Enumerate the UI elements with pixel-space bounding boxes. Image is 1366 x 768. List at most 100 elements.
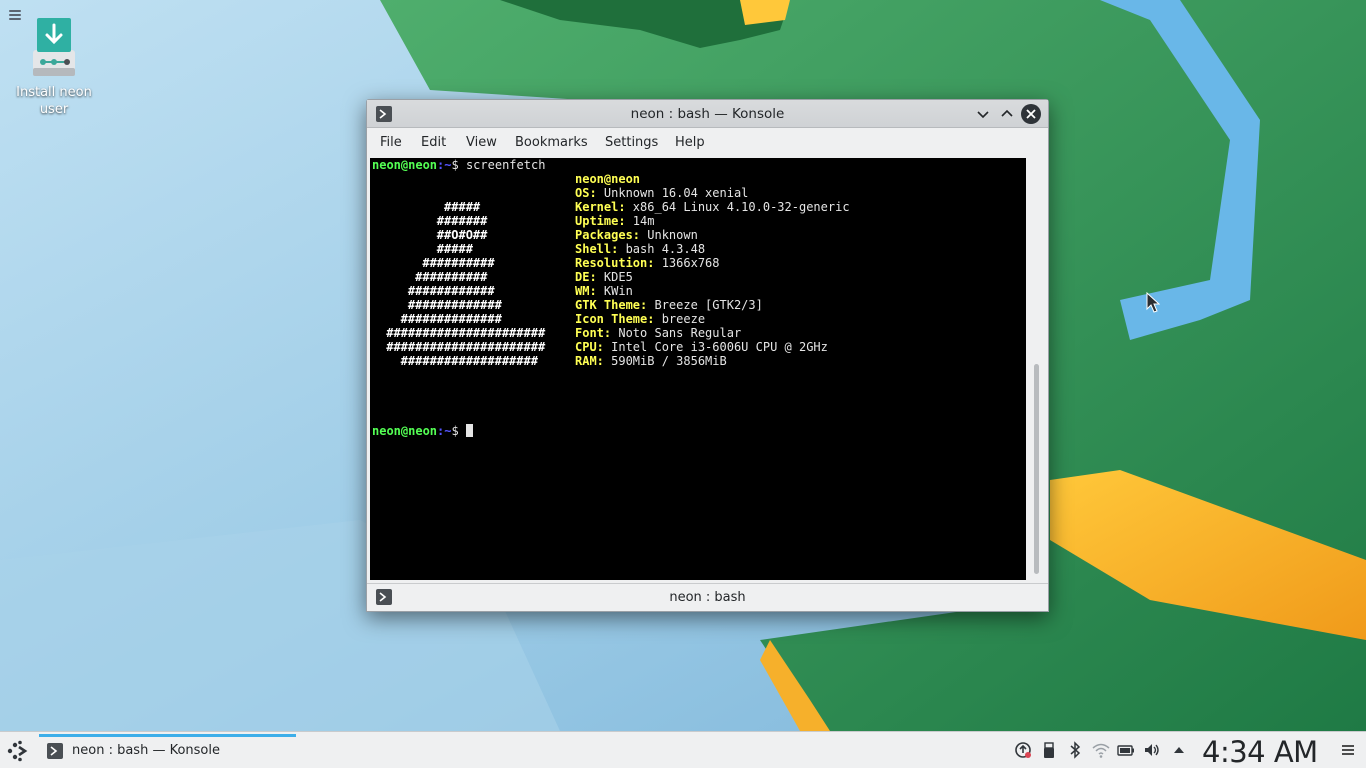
ascii-art-row: ###################### xyxy=(379,326,546,340)
menu-edit[interactable]: Edit xyxy=(421,135,446,150)
info-key: DE: xyxy=(575,270,597,284)
info-row: RAM: 590MiB / 3856MiB xyxy=(575,354,727,368)
ascii-art-row: ##O#O## xyxy=(379,228,488,242)
prompt-symbol: $ xyxy=(451,424,459,438)
ascii-art-row: ########## xyxy=(379,270,488,284)
info-row: CPU: Intel Core i3-6006U CPU @ 2GHz xyxy=(575,340,828,354)
ascii-art-row: ############ xyxy=(379,284,495,298)
info-value: Noto Sans Regular xyxy=(611,326,742,340)
konsole-task-icon xyxy=(47,743,63,759)
prompt-user: neon@neon xyxy=(372,158,438,172)
ascii-art-row: ################### xyxy=(379,354,538,368)
install-neon-user-label: Install neon user xyxy=(16,85,92,117)
terminal-scrollbar[interactable] xyxy=(1029,158,1045,580)
menu-bookmarks[interactable]: Bookmarks xyxy=(515,135,588,150)
info-key: WM: xyxy=(575,284,597,298)
info-value: Breeze [GTK2/3] xyxy=(647,298,763,312)
scrollbar-thumb[interactable] xyxy=(1034,364,1039,574)
terminal-cursor xyxy=(465,424,473,437)
ascii-art-row: ############# xyxy=(379,298,502,312)
prompt-path: :~ xyxy=(437,158,452,172)
usb-device-icon[interactable] xyxy=(1040,741,1058,759)
info-key: Packages: xyxy=(575,228,641,242)
install-neon-user-launcher[interactable]: Install neon user xyxy=(8,14,100,118)
close-icon xyxy=(1026,109,1036,119)
neon-launcher-icon xyxy=(7,740,28,762)
ascii-art-row: ###################### xyxy=(379,340,546,354)
chevron-up-icon xyxy=(1001,109,1013,117)
info-key: RAM: xyxy=(575,354,604,368)
ascii-art-row: ####### xyxy=(379,214,488,228)
info-value: Unknown 16.04 xenial xyxy=(596,186,749,200)
info-row: Font: Noto Sans Regular xyxy=(575,326,741,340)
info-row: DE: KDE5 xyxy=(575,270,633,284)
info-value: 14m xyxy=(625,214,655,228)
info-row: Icon Theme: breeze xyxy=(575,312,705,326)
session-tab-bar[interactable]: neon : bash xyxy=(367,583,1048,611)
info-row: Shell: bash 4.3.48 xyxy=(575,242,705,256)
konsole-window[interactable]: neon : bash — Konsole File Edit View Boo… xyxy=(366,99,1049,612)
info-value: KDE5 xyxy=(596,270,633,284)
close-button[interactable] xyxy=(1021,104,1041,124)
info-row: WM: KWin xyxy=(575,284,633,298)
ascii-art-row: ##### xyxy=(379,200,481,214)
install-download-icon xyxy=(25,16,83,78)
battery-icon[interactable] xyxy=(1117,741,1135,759)
menu-file[interactable]: File xyxy=(380,135,402,150)
task-konsole[interactable]: neon : bash — Konsole xyxy=(39,734,296,767)
terminal-view[interactable]: neon@neon:~$ screenfetch ##### ####### #… xyxy=(370,158,1026,580)
volume-icon[interactable] xyxy=(1143,741,1161,759)
info-key: OS: xyxy=(575,186,597,200)
minimize-button[interactable] xyxy=(973,104,993,124)
task-label: neon : bash — Konsole xyxy=(72,743,220,758)
info-value: breeze xyxy=(654,312,706,326)
info-key: Kernel: xyxy=(575,200,626,214)
info-row: Packages: Unknown xyxy=(575,228,698,242)
updates-icon[interactable] xyxy=(1014,741,1032,759)
info-key: Icon Theme: xyxy=(575,312,655,326)
menu-view[interactable]: View xyxy=(466,135,497,150)
prompt-user: neon@neon xyxy=(372,424,438,438)
tray-expand-icon[interactable] xyxy=(1170,741,1188,759)
info-value: Intel Core i3-6006U CPU @ 2GHz xyxy=(603,340,828,354)
window-titlebar[interactable]: neon : bash — Konsole xyxy=(367,100,1048,128)
application-launcher[interactable] xyxy=(6,740,30,762)
info-value: KWin xyxy=(596,284,633,298)
info-key: Font: xyxy=(575,326,612,340)
taskbar-panel: neon : bash — Konsole 4:34 AM xyxy=(0,731,1366,768)
info-key: Shell: xyxy=(575,242,619,256)
info-key: CPU: xyxy=(575,340,604,354)
info-value: Unknown xyxy=(640,228,698,242)
terminal-prompt-line: neon@neon:~$ xyxy=(372,424,473,438)
prompt-path: :~ xyxy=(437,424,452,438)
info-value: 1366x768 xyxy=(654,256,720,270)
info-row: Resolution: 1366x768 xyxy=(575,256,720,270)
maximize-button[interactable] xyxy=(997,104,1017,124)
ascii-art-row: ##### xyxy=(379,242,473,256)
info-value: 590MiB / 3856MiB xyxy=(603,354,727,368)
digital-clock[interactable]: 4:34 AM xyxy=(1202,735,1318,768)
menu-help[interactable]: Help xyxy=(675,135,705,150)
info-row: GTK Theme: Breeze [GTK2/3] xyxy=(575,298,763,312)
info-row: Uptime: 14m xyxy=(575,214,654,228)
info-row: OS: Unknown 16.04 xenial xyxy=(575,186,748,200)
mouse-pointer-icon xyxy=(1146,292,1160,313)
bluetooth-icon[interactable] xyxy=(1066,741,1084,759)
terminal-command: screenfetch xyxy=(458,158,546,172)
info-value: x86_64 Linux 4.10.0-32-generic xyxy=(625,200,850,214)
info-key: Resolution: xyxy=(575,256,655,270)
terminal-command-line: neon@neon:~$ screenfetch xyxy=(372,158,545,172)
active-task-indicator xyxy=(39,734,296,737)
ascii-art-row: ############## xyxy=(379,312,502,326)
info-row: Kernel: x86_64 Linux 4.10.0-32-generic xyxy=(575,200,850,214)
session-tab-label: neon : bash xyxy=(669,590,746,605)
wifi-icon[interactable] xyxy=(1092,741,1110,759)
info-value: bash 4.3.48 xyxy=(618,242,706,256)
info-key: Uptime: xyxy=(575,214,626,228)
panel-settings-button[interactable] xyxy=(1341,743,1355,757)
ascii-art-row: ########## xyxy=(379,256,495,270)
info-key: GTK Theme: xyxy=(575,298,648,312)
prompt-symbol: $ xyxy=(451,158,459,172)
window-title: neon : bash — Konsole xyxy=(630,106,785,122)
menu-settings[interactable]: Settings xyxy=(605,135,658,150)
